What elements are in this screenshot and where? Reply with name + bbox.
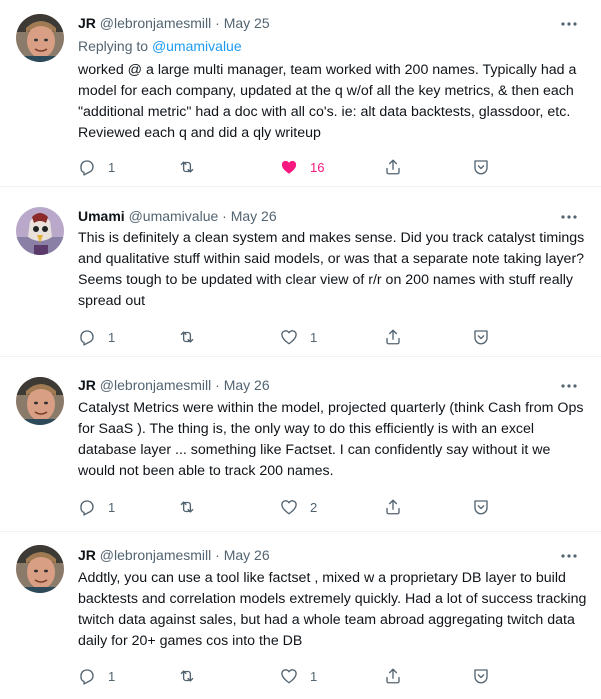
bookmark-button[interactable] bbox=[472, 666, 490, 686]
tweet-actions: 1 1 bbox=[78, 666, 498, 686]
retweet-icon bbox=[180, 670, 194, 682]
reply-button[interactable]: 1 bbox=[78, 157, 115, 177]
reply-button[interactable]: 1 bbox=[78, 327, 115, 347]
avatar[interactable] bbox=[16, 377, 64, 425]
more-icon[interactable] bbox=[559, 14, 579, 34]
replying-label: Replying to bbox=[78, 38, 149, 54]
tweet-header: JR @lebronjamesmill · May 25 bbox=[78, 13, 270, 33]
tweet-date[interactable]: May 25 bbox=[224, 15, 270, 31]
reply-count: 1 bbox=[108, 329, 116, 345]
reply-icon bbox=[80, 330, 94, 346]
separator-dot: · bbox=[222, 208, 227, 224]
separator-dot: · bbox=[215, 547, 220, 563]
tweet-text: Catalyst Metrics were within the model, … bbox=[78, 400, 584, 479]
more-icon[interactable] bbox=[559, 546, 579, 566]
share-button[interactable] bbox=[384, 157, 402, 177]
heart-icon bbox=[281, 500, 297, 515]
reply-count: 1 bbox=[108, 668, 116, 684]
tweet-actions: 1 16 bbox=[78, 157, 498, 177]
tweet-header: JR @lebronjamesmill · May 26 bbox=[78, 375, 270, 395]
author-handle[interactable]: @umamivalue bbox=[129, 208, 219, 224]
retweet-icon bbox=[180, 161, 194, 173]
author-handle[interactable]: @lebronjamesmill bbox=[100, 377, 211, 393]
bookmark-icon bbox=[474, 330, 488, 345]
more-icon[interactable] bbox=[559, 207, 579, 227]
tweet-date[interactable]: May 26 bbox=[231, 208, 277, 224]
reply-button[interactable]: 1 bbox=[78, 666, 115, 686]
share-button[interactable] bbox=[384, 327, 402, 347]
retweet-icon bbox=[180, 501, 194, 513]
like-button[interactable]: 1 bbox=[280, 666, 317, 686]
share-icon bbox=[386, 668, 400, 684]
tweet-header: Umami @umamivalue · May 26 bbox=[78, 206, 277, 226]
author-name[interactable]: Umami bbox=[78, 208, 125, 224]
retweet-button[interactable] bbox=[178, 327, 208, 347]
tweet-text: This is definitely a clean system and ma… bbox=[78, 230, 585, 309]
author-handle[interactable]: @lebronjamesmill bbox=[100, 15, 211, 31]
retweet-button[interactable] bbox=[178, 497, 208, 517]
bookmark-button[interactable] bbox=[472, 327, 490, 347]
like-count: 16 bbox=[310, 159, 325, 175]
bookmark-button[interactable] bbox=[472, 497, 490, 517]
heart-icon bbox=[281, 669, 297, 684]
tweet[interactable]: JR @lebronjamesmill · May 26 Addtly, you… bbox=[0, 532, 601, 699]
tweet[interactable]: Umami @umamivalue · May 26 This is defin… bbox=[0, 187, 601, 351]
reply-count: 1 bbox=[108, 499, 116, 515]
retweet-button[interactable] bbox=[178, 666, 208, 686]
share-icon bbox=[386, 499, 400, 515]
replying-handle[interactable]: @umamivalue bbox=[152, 38, 242, 54]
like-count: 2 bbox=[310, 499, 318, 515]
share-icon bbox=[386, 159, 400, 175]
tweet-date[interactable]: May 26 bbox=[224, 547, 270, 563]
bookmark-icon bbox=[474, 669, 488, 684]
bookmark-icon bbox=[474, 500, 488, 515]
like-count: 1 bbox=[310, 668, 318, 684]
like-count: 1 bbox=[310, 329, 318, 345]
tweet-text: worked @ a large multi manager, team wor… bbox=[78, 62, 577, 141]
tweet-header: JR @lebronjamesmill · May 26 bbox=[78, 545, 270, 565]
separator-dot: · bbox=[215, 15, 220, 31]
reply-icon bbox=[80, 669, 94, 685]
reply-icon bbox=[80, 500, 94, 516]
share-button[interactable] bbox=[384, 666, 402, 686]
bookmark-icon bbox=[474, 160, 488, 175]
retweet-button[interactable] bbox=[178, 157, 208, 177]
retweet-icon bbox=[180, 331, 194, 343]
like-button[interactable]: 1 bbox=[280, 327, 317, 347]
bookmark-button[interactable] bbox=[472, 157, 490, 177]
tweet-text: Addtly, you can use a tool like factset … bbox=[78, 570, 587, 649]
replying-to: Replying to @umamivalue bbox=[78, 36, 242, 56]
share-button[interactable] bbox=[384, 497, 402, 517]
tweet[interactable]: JR @lebronjamesmill · May 25 Replying to… bbox=[0, 0, 601, 184]
tweet-actions: 1 2 bbox=[78, 497, 498, 517]
reply-count: 1 bbox=[108, 159, 116, 175]
author-name[interactable]: JR bbox=[78, 15, 96, 31]
like-button[interactable]: 16 bbox=[280, 157, 324, 177]
like-button[interactable]: 2 bbox=[280, 497, 317, 517]
tweet-date[interactable]: May 26 bbox=[224, 377, 270, 393]
share-icon bbox=[386, 329, 400, 345]
separator-dot: · bbox=[215, 377, 220, 393]
reply-icon bbox=[80, 160, 94, 176]
author-name[interactable]: JR bbox=[78, 547, 96, 563]
heart-icon bbox=[281, 160, 297, 174]
author-name[interactable]: JR bbox=[78, 377, 96, 393]
author-handle[interactable]: @lebronjamesmill bbox=[100, 547, 211, 563]
tweet[interactable]: JR @lebronjamesmill · May 26 Catalyst Me… bbox=[0, 357, 601, 531]
avatar[interactable] bbox=[16, 14, 64, 62]
avatar[interactable] bbox=[16, 207, 64, 255]
more-icon[interactable] bbox=[559, 376, 579, 396]
tweet-actions: 1 1 bbox=[78, 327, 498, 347]
avatar[interactable] bbox=[16, 545, 64, 593]
reply-button[interactable]: 1 bbox=[78, 497, 115, 517]
heart-icon bbox=[281, 330, 297, 345]
